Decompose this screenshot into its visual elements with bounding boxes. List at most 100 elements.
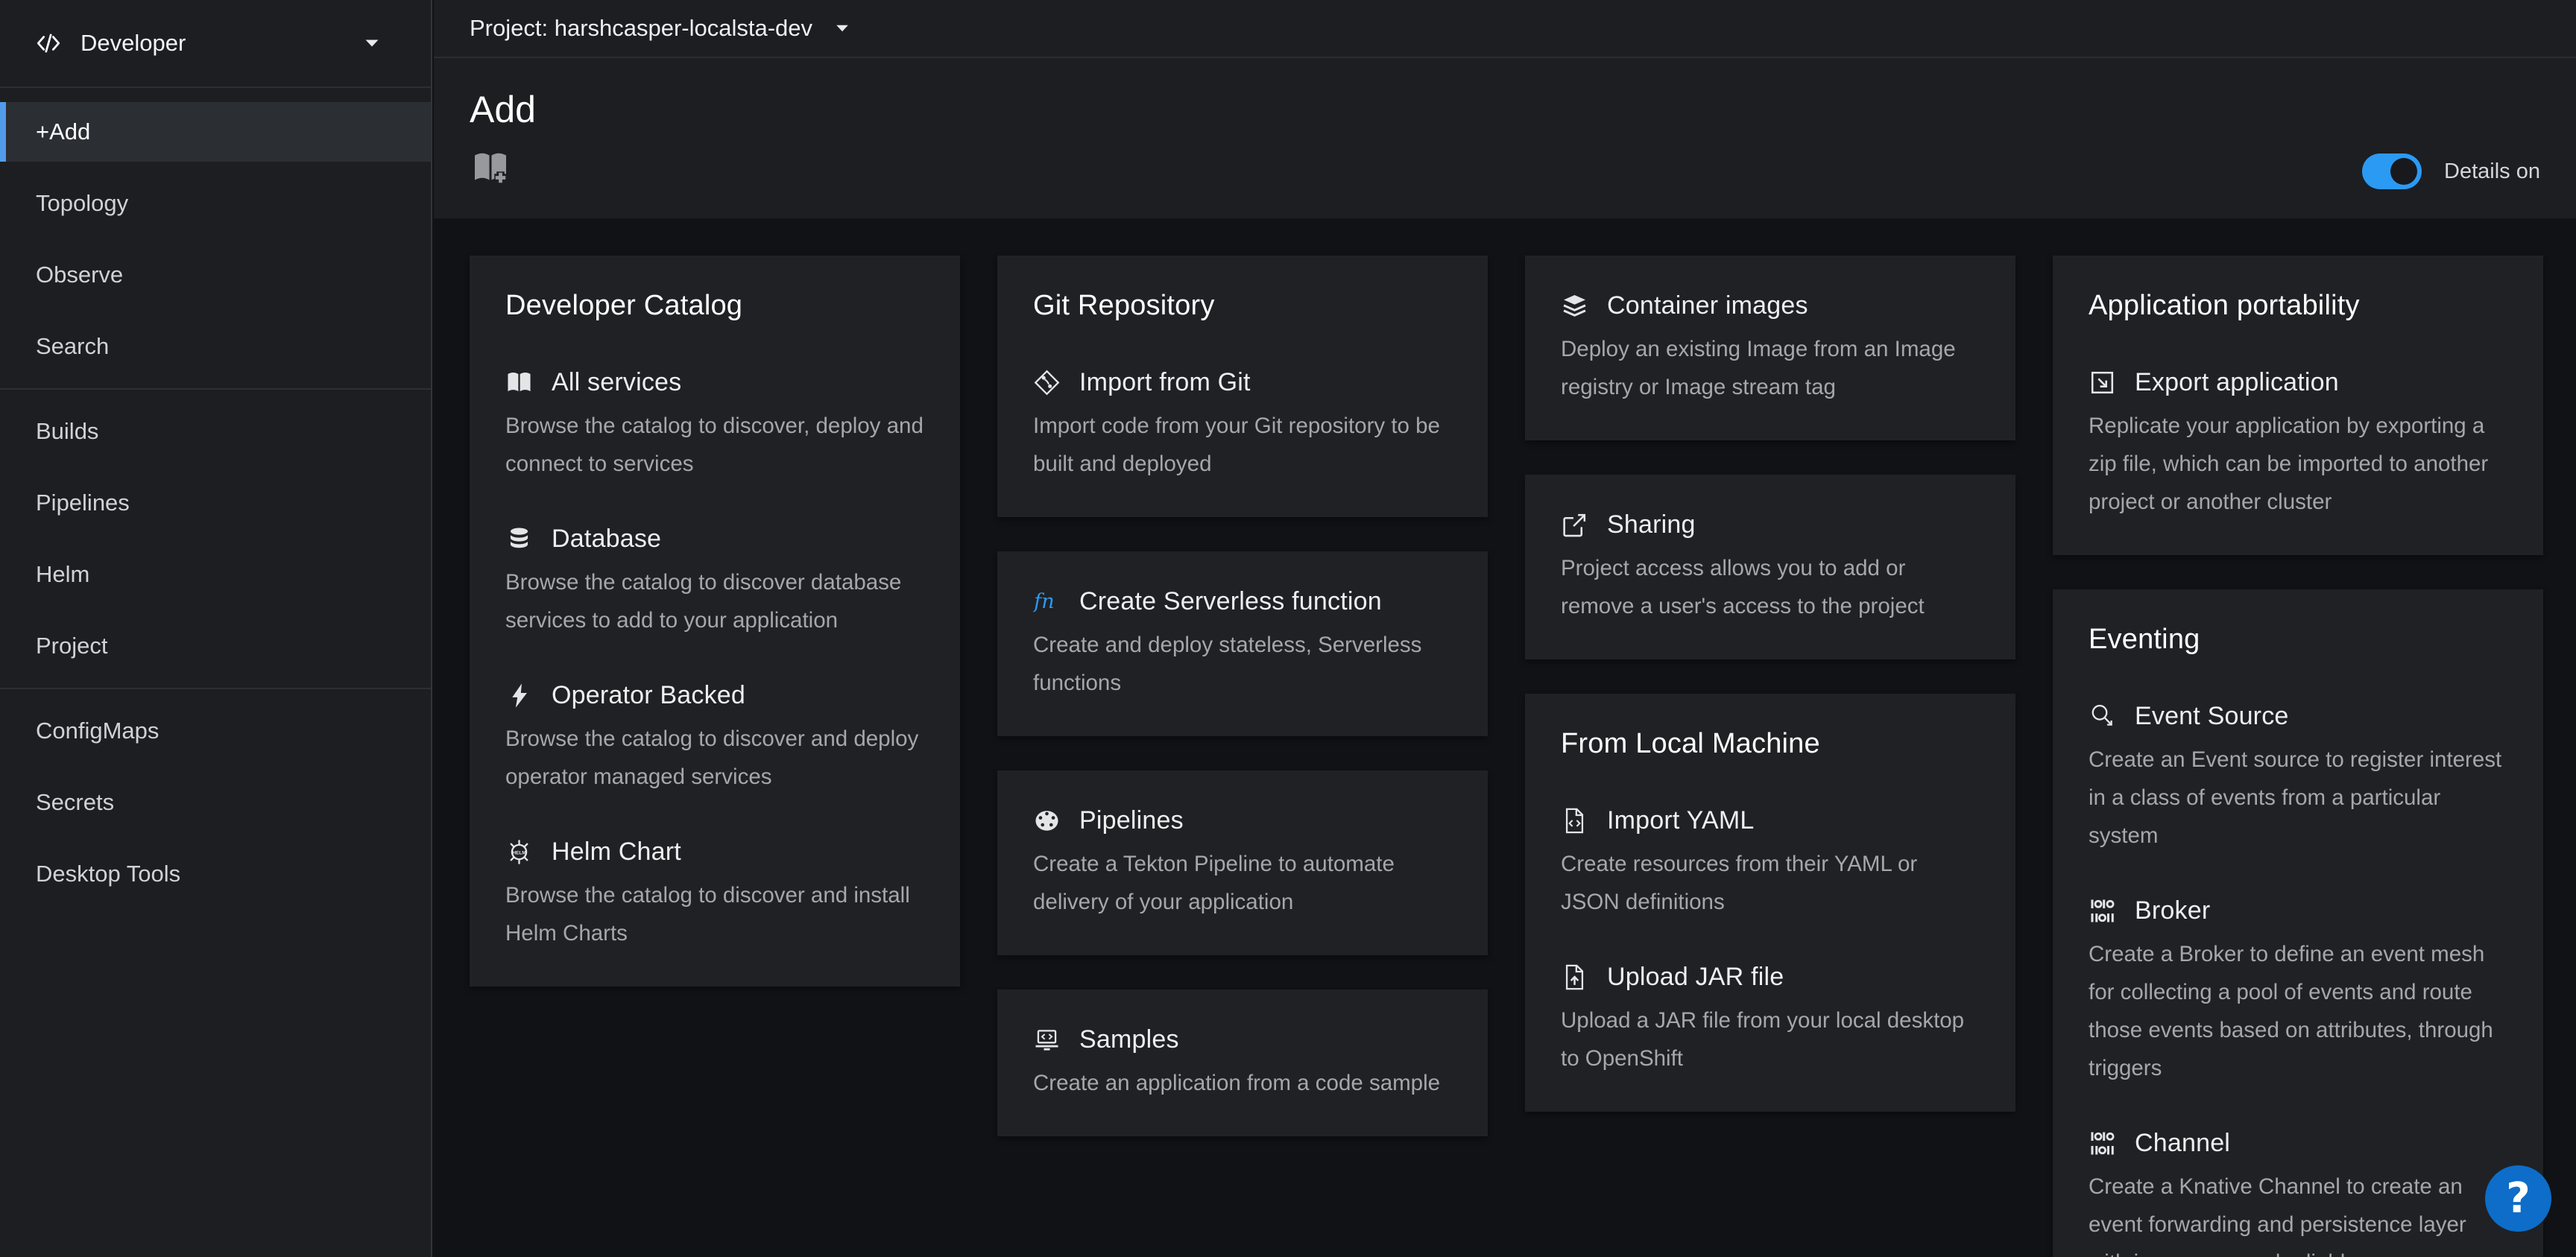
action-description: Create a Knative Channel to create an ev… <box>2089 1168 2509 1257</box>
action-title: Broker <box>2135 896 2210 925</box>
add-action-database[interactable]: Database Browse the catalog to discover d… <box>505 525 926 639</box>
card-column: Container images Deploy an existing Image… <box>1525 256 2015 1112</box>
card-title: From Local Machine <box>1561 728 1981 760</box>
action-title: Operator Backed <box>552 681 745 710</box>
catalog-icon <box>505 369 533 396</box>
card-column: Application portability Export applicatio… <box>2053 256 2543 1257</box>
binary-icon <box>2089 897 2116 925</box>
card-sharing: SharingProject access allows you to add … <box>1525 475 2015 659</box>
add-action-sharing[interactable]: SharingProject access allows you to add … <box>1561 510 1981 625</box>
file-upload-icon <box>1561 963 1588 991</box>
add-action-import-yaml[interactable]: Import YAMLCreate resources from their Y… <box>1561 806 1981 921</box>
action-title: Event Source <box>2135 702 2289 731</box>
help-button[interactable]: ? <box>2485 1165 2551 1232</box>
side-nav: +Add Topology Observe Search Builds Pipelines… <box>0 88 431 904</box>
details-toggle-label: Details on <box>2444 159 2540 184</box>
tekton-icon <box>1033 807 1061 835</box>
quickstart-book-plus-icon[interactable] <box>470 148 511 188</box>
samples-icon <box>1033 1026 1061 1054</box>
chevron-down-icon <box>833 19 851 37</box>
action-description: Browse the catalog to discover, deploy a… <box>505 407 926 483</box>
card-samples: Samples Create an application from a code… <box>997 990 1488 1136</box>
add-action-operator-backed[interactable]: Operator Backed Browse the catalog to dis… <box>505 681 926 796</box>
action-title: Helm Chart <box>552 838 681 867</box>
layers-icon <box>1561 292 1588 320</box>
details-toggle-switch[interactable] <box>2362 153 2422 189</box>
action-description: Browse the catalog to discover database … <box>505 563 926 639</box>
database-icon <box>505 525 533 553</box>
sidebar-item-configmaps[interactable]: ConfigMaps <box>0 701 431 761</box>
card-git-repository: Git Repository Import from Git Import code… <box>997 256 1488 517</box>
add-action-event-source[interactable]: Event Source Create an Event source to re… <box>2089 702 2509 855</box>
action-description: Create a Broker to define an event mesh … <box>2089 935 2509 1087</box>
action-title: Create Serverless function <box>1079 587 1382 616</box>
action-title: Pipelines <box>1079 806 1184 835</box>
card-pipelines: Pipelines Create a Tekton Pipeline to aut… <box>997 770 1488 955</box>
toggle-knob <box>2390 158 2417 185</box>
card-from-local-machine: From Local Machine Import YAMLCreate reso… <box>1525 694 2015 1112</box>
action-title: Import from Git <box>1079 368 1251 397</box>
details-toggle[interactable]: Details on <box>2362 153 2540 189</box>
sidebar-item-helm[interactable]: Helm <box>0 545 431 604</box>
action-title: All services <box>552 368 681 397</box>
page-header: Add Details on <box>434 58 2576 218</box>
svg-text:fn: fn <box>1033 590 1055 613</box>
sidebar-item-search[interactable]: Search <box>0 317 431 376</box>
fn-icon: fn <box>1033 588 1061 615</box>
sidebar-item-desktop-tools[interactable]: Desktop Tools <box>0 844 431 904</box>
add-action-helm-chart[interactable]: HELM Helm Chart Browse the catalog to disc… <box>505 838 926 952</box>
card-application-portability: Application portability Export applicatio… <box>2053 256 2543 555</box>
action-description: Create an application from a code sample <box>1033 1064 1453 1102</box>
action-title: Container images <box>1607 291 1808 320</box>
sidebar-item-secrets[interactable]: Secrets <box>0 773 431 832</box>
project-bar: Project: harshcasper-localsta-dev <box>434 0 2576 58</box>
card-column: Developer CatalogAll servicesBrowse the … <box>470 256 960 987</box>
sidebar-item-builds[interactable]: Builds <box>0 402 431 461</box>
card-title: Git Repository <box>1033 290 1453 322</box>
action-description: Create a Tekton Pipeline to automate del… <box>1033 845 1453 921</box>
action-title: Samples <box>1079 1025 1179 1054</box>
share-icon <box>1561 511 1588 539</box>
action-description: Project access allows you to add or remo… <box>1561 549 1981 625</box>
helm-icon: HELM <box>505 838 533 866</box>
card-container-images: Container images Deploy an existing Image… <box>1525 256 2015 440</box>
project-selector-label: Project: harshcasper-localsta-dev <box>470 15 812 42</box>
add-action-channel[interactable]: ChannelCreate a Knative Channel to creat… <box>2089 1129 2509 1257</box>
add-action-export-application[interactable]: Export applicationReplicate your applica… <box>2089 368 2509 521</box>
action-description: Create an Event source to register inter… <box>2089 741 2509 855</box>
add-action-import-from-git[interactable]: Import from Git Import code from your Git… <box>1033 368 1453 483</box>
card-developer-catalog: Developer CatalogAll servicesBrowse the … <box>470 256 960 987</box>
action-description: Upload a JAR file from your local deskto… <box>1561 1001 1981 1077</box>
sidebar-item-pipelines[interactable]: Pipelines <box>0 473 431 533</box>
action-description: Browse the catalog to discover and deplo… <box>505 720 926 796</box>
action-description: Import code from your Git repository to … <box>1033 407 1453 483</box>
action-description: Create and deploy stateless, Serverless … <box>1033 626 1453 702</box>
action-title: Upload JAR file <box>1607 963 1784 992</box>
add-action-all-services[interactable]: All services Browse the catalog to discov… <box>505 368 926 483</box>
git-icon <box>1033 369 1061 396</box>
sidebar-item-project[interactable]: Project <box>0 616 431 676</box>
nav-divider <box>0 688 431 689</box>
nav-divider <box>0 388 431 390</box>
sidebar-item-add[interactable]: +Add <box>0 102 431 162</box>
sidebar-item-observe[interactable]: Observe <box>0 245 431 305</box>
add-action-samples[interactable]: Samples Create an application from a code… <box>1033 1025 1453 1102</box>
action-title: Database <box>552 525 661 554</box>
add-cards-grid: Developer CatalogAll servicesBrowse the … <box>434 220 2576 1257</box>
content-area: Project: harshcasper-localsta-dev Add De… <box>434 0 2576 1257</box>
add-action-pipelines[interactable]: Pipelines Create a Tekton Pipeline to aut… <box>1033 806 1453 921</box>
sidebar-item-topology[interactable]: Topology <box>0 174 431 233</box>
binary-icon <box>2089 1130 2116 1157</box>
card-column: Git Repository Import from Git Import code… <box>997 256 1488 1136</box>
add-action-container-images[interactable]: Container images Deploy an existing Image… <box>1561 291 1981 406</box>
add-action-broker[interactable]: Broker Create a Broker to define an event… <box>2089 896 2509 1087</box>
add-action-upload-jar-file[interactable]: Upload JAR file Upload a JAR file from yo… <box>1561 963 1981 1077</box>
perspective-switcher[interactable]: Developer <box>0 0 431 88</box>
sidebar: Developer +Add Topology Observe Search Build… <box>0 0 432 1257</box>
project-selector[interactable]: Project: harshcasper-localsta-dev <box>470 15 851 42</box>
action-description: Deploy an existing Image from an Image r… <box>1561 330 1981 406</box>
action-description: Browse the catalog to discover and insta… <box>505 876 926 952</box>
card-title: Application portability <box>2089 290 2509 322</box>
action-description: Create resources from their YAML or JSON… <box>1561 845 1981 921</box>
add-action-create-serverless-function[interactable]: fn Create Serverless function Create and d… <box>1033 587 1453 702</box>
